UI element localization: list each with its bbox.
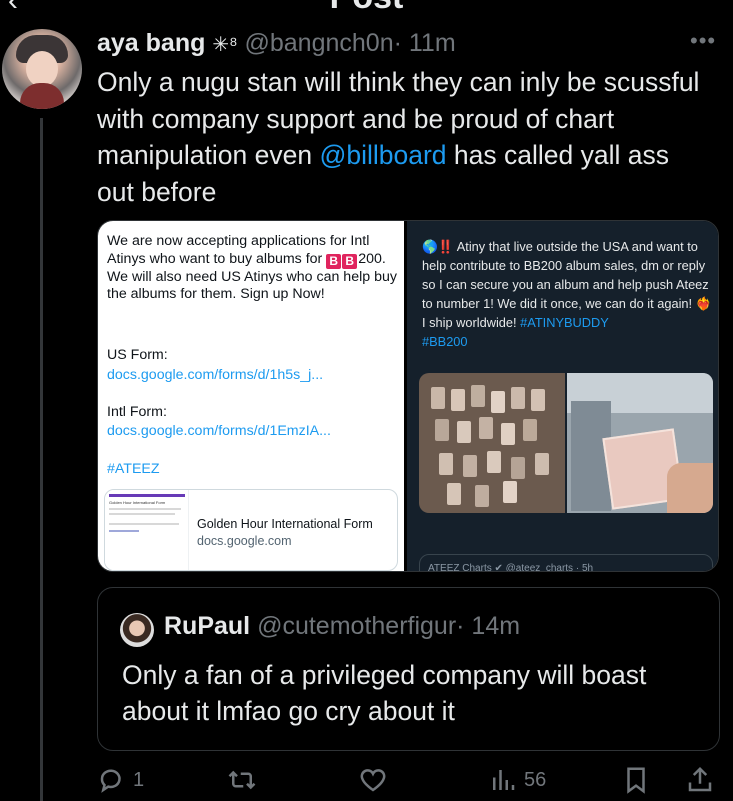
author-name[interactable]: aya bang (97, 29, 205, 57)
share-icon (688, 766, 712, 792)
quoted-avatar[interactable] (120, 613, 154, 647)
intl-form-label: Intl Form: (107, 404, 167, 420)
repost-icon (228, 770, 256, 790)
quoted-header: RuPaul @cutemotherfigur· 14m (164, 612, 520, 641)
repost-button[interactable] (227, 764, 263, 796)
reply-button[interactable]: 1 (97, 764, 144, 796)
hashtag-ateez[interactable]: #ATEEZ (107, 461, 160, 477)
album-photo (567, 373, 713, 513)
quoted-tweet-preview[interactable]: ATEEZ Charts ✔ @ateez_charts · 5h (419, 554, 713, 571)
media-image-left[interactable]: We are now accepting applications for In… (98, 221, 404, 571)
post-time[interactable]: · 11m (394, 29, 456, 57)
media-left-text: We are now accepting applications for In… (107, 233, 397, 302)
author-handle[interactable]: @bangnch0n (244, 29, 393, 57)
media-image-right[interactable]: 🌎‼️ Atiny that live outside the USA and … (407, 221, 718, 571)
intl-form-link[interactable]: docs.google.com/forms/d/1EmzIA... (107, 423, 331, 439)
b-button-emoji: B (326, 253, 342, 269)
like-icon (360, 769, 386, 792)
media-right-text: 🌎‼️ Atiny that live outside the USA and … (422, 239, 712, 349)
avatar[interactable] (2, 29, 82, 109)
link-card-host: docs.google.com (197, 534, 292, 548)
link-card-title: Golden Hour International Form (197, 517, 373, 531)
us-form-label: US Form: (107, 347, 168, 363)
post-text: Only a nugu stan will think they can inl… (97, 67, 700, 207)
thread-line (40, 118, 43, 801)
action-bar: 1 56 (97, 760, 719, 800)
mention-link[interactable]: @billboard (319, 140, 446, 170)
views-button[interactable]: 56 (488, 764, 546, 796)
quoted-text: Only a fan of a privileged company will … (122, 660, 647, 726)
quoted-time[interactable]: · 14m (456, 612, 520, 640)
like-button[interactable] (358, 764, 394, 796)
page-title: Post (0, 0, 733, 14)
post-header: aya bang ✳⁸ @bangnch0n· 11m (97, 27, 456, 61)
photocards-photo (419, 373, 565, 513)
link-card-thumbnail: Golden Hour International Form (105, 490, 189, 570)
bookmark-icon (627, 767, 645, 794)
reply-icon (100, 769, 121, 793)
bookmark-button[interactable] (621, 764, 651, 796)
quoted-tweet[interactable]: RuPaul @cutemotherfigur· 14m Only a fan … (97, 587, 720, 751)
share-button[interactable] (685, 764, 715, 796)
more-icon[interactable]: ••• (690, 28, 716, 54)
us-form-link[interactable]: docs.google.com/forms/d/1h5s_j... (107, 367, 323, 383)
link-card[interactable]: Golden Hour International Form Golden Ho… (104, 489, 398, 571)
reply-count: 1 (133, 768, 145, 791)
b-button-emoji: B (342, 253, 358, 269)
quoted-author-name[interactable]: RuPaul (164, 612, 250, 640)
author-badge: ✳⁸ (212, 34, 238, 56)
top-bar: ‹ Post (0, 0, 733, 14)
views-icon (493, 770, 515, 790)
post-media[interactable]: We are now accepting applications for In… (97, 220, 719, 572)
quoted-author-handle[interactable]: @cutemotherfigur (257, 612, 456, 640)
views-count: 56 (524, 768, 547, 791)
